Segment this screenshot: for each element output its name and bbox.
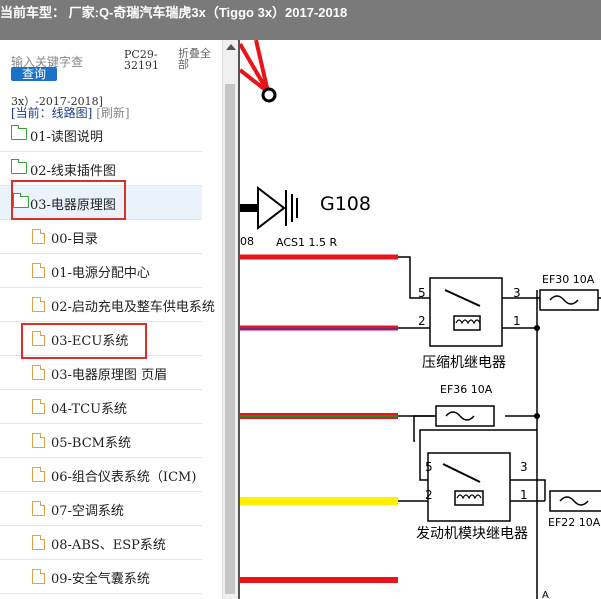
relay-label: 压缩机继电器 bbox=[422, 355, 506, 371]
tree-item-03-02[interactable]: 02-启动充电及整车供电系统 bbox=[0, 288, 215, 322]
tree-item-label: 06-组合仪表系统（ICM) bbox=[51, 470, 197, 485]
document-icon bbox=[32, 263, 45, 278]
document-icon bbox=[32, 433, 45, 448]
tree-item-label: 08-ABS、ESP系统 bbox=[51, 538, 166, 553]
sidebar-scrollbar[interactable] bbox=[222, 40, 238, 599]
pin-label: 3 bbox=[520, 460, 528, 474]
highlight-box bbox=[21, 323, 147, 359]
document-icon bbox=[32, 399, 45, 414]
tree-item-label: 02-启动充电及整车供电系统 bbox=[51, 300, 215, 315]
document-icon bbox=[32, 535, 45, 550]
search-button[interactable]: 查询 bbox=[11, 67, 57, 81]
tree-item-01[interactable]: 01-读图说明 bbox=[0, 118, 202, 152]
tree-item-label: 01-读图说明 bbox=[30, 130, 103, 145]
fuse-label-ef30: EF30 10A bbox=[542, 273, 595, 286]
connector-mark: A bbox=[542, 590, 549, 599]
document-icon bbox=[32, 229, 45, 244]
highlight-box bbox=[11, 180, 126, 220]
sidebar: 输入关键字查 查询 PC29-32191 折叠全部 3x）-2017-2018]… bbox=[0, 40, 222, 599]
tree-item-03-04[interactable]: 04-TCU系统 bbox=[0, 390, 202, 424]
pc-code: PC29-32191 bbox=[124, 48, 159, 72]
junction-dot bbox=[534, 413, 540, 419]
tree-item-03-header[interactable]: 03-电器原理图 页眉 bbox=[0, 356, 202, 390]
top-red-wires bbox=[240, 40, 277, 103]
tree-item-03-01[interactable]: 01-电源分配中心 bbox=[0, 254, 202, 288]
fuse-ef22 bbox=[549, 490, 601, 512]
pin-label: 3 bbox=[513, 286, 521, 300]
document-icon bbox=[32, 365, 45, 380]
junction-dot bbox=[534, 325, 540, 331]
tree-item-03-07[interactable]: 07-空调系统 bbox=[0, 492, 202, 526]
pin-label: 1 bbox=[520, 488, 528, 502]
tree-item-03-08[interactable]: 08-ABS、ESP系统 bbox=[0, 526, 202, 560]
scroll-up-icon[interactable] bbox=[226, 44, 236, 50]
document-icon bbox=[32, 467, 45, 482]
tree-item-label: 02-线束插件图 bbox=[30, 164, 116, 179]
wires bbox=[240, 254, 398, 583]
tree-item-label: 09-安全气囊系统 bbox=[51, 572, 150, 587]
tree-item-label: 00-目录 bbox=[51, 232, 98, 247]
window-title: 当前车型： 厂家:Q-奇瑞汽车瑞虎3x（Tiggo 3x）2017-2018 bbox=[0, 5, 348, 20]
tree-item-03-05[interactable]: 05-BCM系统 bbox=[0, 424, 202, 458]
wire-label: ACS1 1.5 R bbox=[276, 236, 337, 249]
tree-item-label: 03-电器原理图 页眉 bbox=[51, 368, 168, 383]
title-bar: 当前车型： 厂家:Q-奇瑞汽车瑞虎3x（Tiggo 3x）2017-2018 bbox=[0, 0, 601, 40]
tree-item-03-09[interactable]: 09-安全气囊系统 bbox=[0, 560, 202, 594]
document-icon bbox=[32, 297, 45, 312]
document-icon bbox=[32, 501, 45, 516]
fuse-label-ef36: EF36 10A bbox=[440, 383, 493, 396]
wiring-diagram: G108 08 ACS1 1.5 R EF30 10A 5 3 2 1 压缩机继… bbox=[238, 40, 601, 599]
folder-icon bbox=[11, 159, 27, 174]
folder-icon bbox=[11, 125, 27, 140]
relay-label: 发动机模块继电器 bbox=[416, 526, 528, 542]
scroll-thumb[interactable] bbox=[225, 84, 235, 594]
pin-label: 5 bbox=[425, 460, 433, 474]
ground-sub-label: 08 bbox=[240, 235, 254, 248]
pin-label: 5 bbox=[418, 286, 426, 300]
ground-symbol bbox=[240, 185, 298, 231]
diagram-canvas: G108 08 ACS1 1.5 R EF30 10A 5 3 2 1 压缩机继… bbox=[240, 40, 601, 599]
fuse-ef36 bbox=[435, 405, 495, 427]
relay-compressor bbox=[429, 277, 503, 347]
tree-item-label: 05-BCM系统 bbox=[51, 436, 131, 451]
document-icon bbox=[32, 569, 45, 584]
tree-item-03-00[interactable]: 00-目录 bbox=[0, 220, 202, 254]
fuse-label-ef22: EF22 10A bbox=[548, 516, 601, 529]
fuse-ef30 bbox=[539, 289, 599, 311]
pin-label: 2 bbox=[425, 488, 433, 502]
tree-item-03-06[interactable]: 06-组合仪表系统（ICM) bbox=[0, 458, 202, 492]
tree-item-label: 01-电源分配中心 bbox=[51, 266, 150, 281]
pin-label: 2 bbox=[418, 314, 426, 328]
tree-item-label: 07-空调系统 bbox=[51, 504, 124, 519]
ground-label: G108 bbox=[320, 193, 371, 215]
tree-item-label: 04-TCU系统 bbox=[51, 402, 128, 417]
collapse-all-button[interactable]: 折叠全部 bbox=[178, 49, 218, 71]
pin-label: 1 bbox=[513, 314, 521, 328]
relay-engine-module bbox=[427, 452, 511, 522]
